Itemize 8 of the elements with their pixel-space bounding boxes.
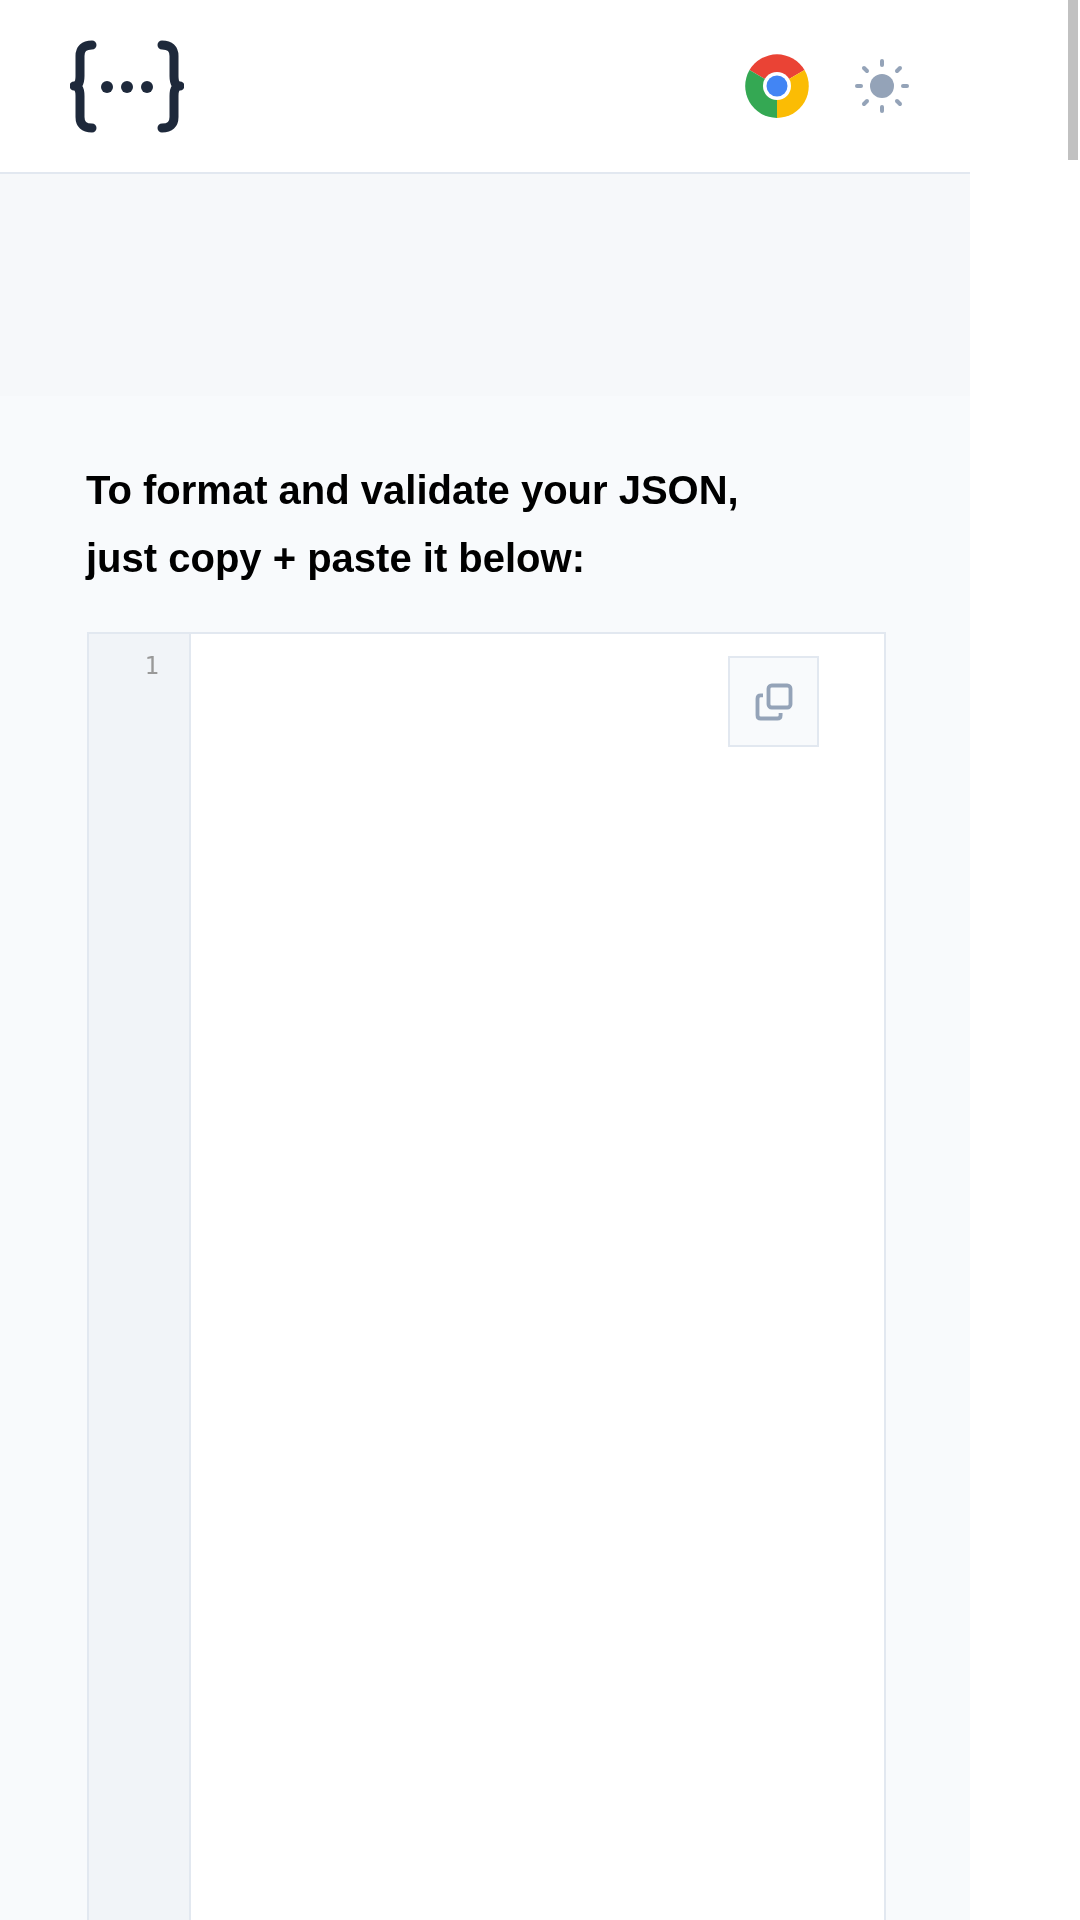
sun-theme-icon[interactable] — [854, 58, 910, 114]
scrollbar-thumb[interactable] — [1068, 0, 1078, 160]
copy-button[interactable] — [728, 656, 819, 747]
braces-logo-icon[interactable] — [70, 39, 184, 133]
chrome-browser-icon[interactable] — [744, 53, 810, 119]
json-editor[interactable]: 1 — [87, 632, 886, 1920]
line-number: 1 — [144, 652, 159, 680]
instruction-heading: To format and validate your JSON, just copy + paste it below: — [86, 467, 740, 582]
